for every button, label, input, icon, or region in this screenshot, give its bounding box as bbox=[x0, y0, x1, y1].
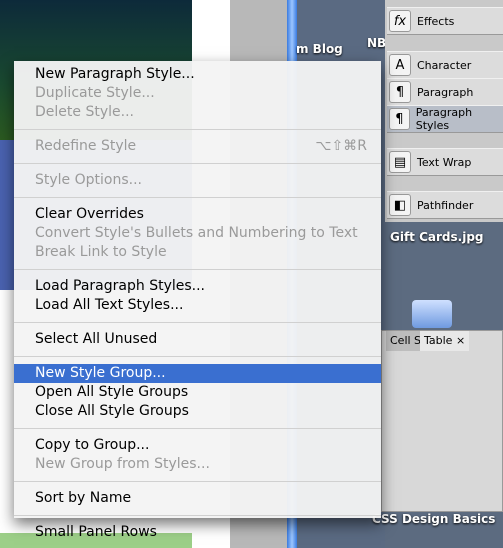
panel-character[interactable]: A Character bbox=[387, 51, 503, 79]
menu-item-label: New Paragraph Style... bbox=[35, 66, 195, 82]
menu-item-label: Sort by Name bbox=[35, 490, 132, 506]
menu-separator bbox=[14, 197, 381, 198]
desktop-label: m Blog bbox=[296, 42, 343, 56]
menu-item-style-options: Style Options... bbox=[14, 171, 381, 190]
menu-separator bbox=[14, 322, 381, 323]
menu-item-label: New Group from Styles... bbox=[35, 456, 210, 472]
tab-label: Table bbox=[424, 334, 453, 347]
menu-item-convert-style-s-bullets-and-numbering-to-text: Convert Style's Bullets and Numbering to… bbox=[14, 224, 381, 243]
desktop-folder-label[interactable]: CSS Design Basics bbox=[372, 512, 495, 526]
menu-item-label: Load Paragraph Styles... bbox=[35, 278, 206, 294]
menu-item-label: Convert Style's Bullets and Numbering to… bbox=[35, 225, 358, 241]
menu-item-duplicate-style: Duplicate Style... bbox=[14, 84, 381, 103]
menu-item-label: Style Options... bbox=[35, 172, 142, 188]
menu-separator bbox=[14, 269, 381, 270]
paragraph-styles-icon: ¶ bbox=[389, 108, 410, 130]
menu-item-label: Select All Unused bbox=[35, 331, 158, 347]
menu-item-open-all-style-groups[interactable]: Open All Style Groups bbox=[14, 383, 381, 402]
menu-item-small-panel-rows[interactable]: Small Panel Rows bbox=[14, 523, 381, 542]
menu-item-label: Clear Overrides bbox=[35, 206, 144, 222]
menu-item-label: Close All Style Groups bbox=[35, 403, 189, 419]
panel-paragraph[interactable]: ¶ Paragraph bbox=[387, 78, 503, 106]
menu-item-label: New Style Group... bbox=[35, 365, 166, 381]
menu-item-label: Small Panel Rows bbox=[35, 524, 157, 540]
menu-separator bbox=[14, 428, 381, 429]
folder-icon[interactable] bbox=[412, 300, 452, 328]
close-icon[interactable]: × bbox=[456, 334, 465, 347]
menu-separator bbox=[14, 163, 381, 164]
menu-item-redefine-style: Redefine Style ⌥⇧⌘R bbox=[14, 137, 381, 156]
menu-item-new-group-from-styles: New Group from Styles... bbox=[14, 455, 381, 474]
panel-pathfinder[interactable]: ◧ Pathfinder bbox=[387, 191, 503, 219]
menu-item-select-all-unused[interactable]: Select All Unused bbox=[14, 330, 381, 349]
menu-item-label: Delete Style... bbox=[35, 104, 134, 120]
menu-item-break-link-to-style: Break Link to Style bbox=[14, 243, 381, 262]
panel-paragraph-styles[interactable]: ¶ Paragraph Styles bbox=[387, 105, 503, 133]
menu-item-label: Load All Text Styles... bbox=[35, 297, 184, 313]
menu-shortcut: ⌥⇧⌘R bbox=[315, 138, 367, 154]
text-wrap-icon: ▤ bbox=[389, 151, 411, 173]
menu-separator bbox=[14, 515, 381, 516]
menu-separator bbox=[14, 129, 381, 130]
panel-label: Effects bbox=[417, 14, 455, 28]
fx-icon: fx bbox=[389, 10, 411, 32]
menu-item-new-paragraph-style[interactable]: New Paragraph Style... bbox=[14, 65, 381, 84]
desktop-label: NB bbox=[367, 36, 387, 50]
pathfinder-icon: ◧ bbox=[389, 194, 411, 216]
tab-table[interactable]: Table × bbox=[420, 331, 470, 351]
menu-item-label: Duplicate Style... bbox=[35, 85, 155, 101]
character-icon: A bbox=[389, 54, 411, 76]
menu-item-label: Open All Style Groups bbox=[35, 384, 189, 400]
panel-label: Paragraph bbox=[417, 85, 474, 99]
menu-item-copy-to-group[interactable]: Copy to Group... bbox=[14, 436, 381, 455]
panel-label: Text Wrap bbox=[417, 155, 472, 169]
panel-text-wrap[interactable]: ▤ Text Wrap bbox=[387, 148, 503, 176]
menu-item-label: Redefine Style bbox=[35, 138, 137, 154]
panel-label: Character bbox=[417, 58, 472, 72]
menu-item-close-all-style-groups[interactable]: Close All Style Groups bbox=[14, 402, 381, 421]
panel-label: Paragraph Styles bbox=[415, 106, 473, 132]
menu-item-load-paragraph-styles[interactable]: Load Paragraph Styles... bbox=[14, 277, 381, 296]
panel-effects[interactable]: fx Effects bbox=[387, 7, 503, 35]
menu-item-sort-by-name[interactable]: Sort by Name bbox=[14, 489, 381, 508]
menu-item-label: Break Link to Style bbox=[35, 244, 167, 260]
paragraph-styles-panel-menu: New Paragraph Style... Duplicate Style...… bbox=[14, 61, 381, 540]
menu-item-label: Copy to Group... bbox=[35, 437, 150, 453]
desktop-file-label[interactable]: Gift Cards.jpg bbox=[390, 230, 484, 244]
menu-item-delete-style: Delete Style... bbox=[14, 103, 381, 122]
menu-item-new-style-group[interactable]: New Style Group... bbox=[14, 364, 381, 383]
menu-separator bbox=[14, 356, 381, 357]
pilcrow-icon: ¶ bbox=[389, 81, 411, 103]
menu-item-clear-overrides[interactable]: Clear Overrides bbox=[14, 205, 381, 224]
menu-item-load-all-text-styles[interactable]: Load All Text Styles... bbox=[14, 296, 381, 315]
panel-label: Pathfinder bbox=[417, 198, 474, 212]
table-panel: Cell St Table × bbox=[381, 330, 503, 512]
menu-separator bbox=[14, 481, 381, 482]
